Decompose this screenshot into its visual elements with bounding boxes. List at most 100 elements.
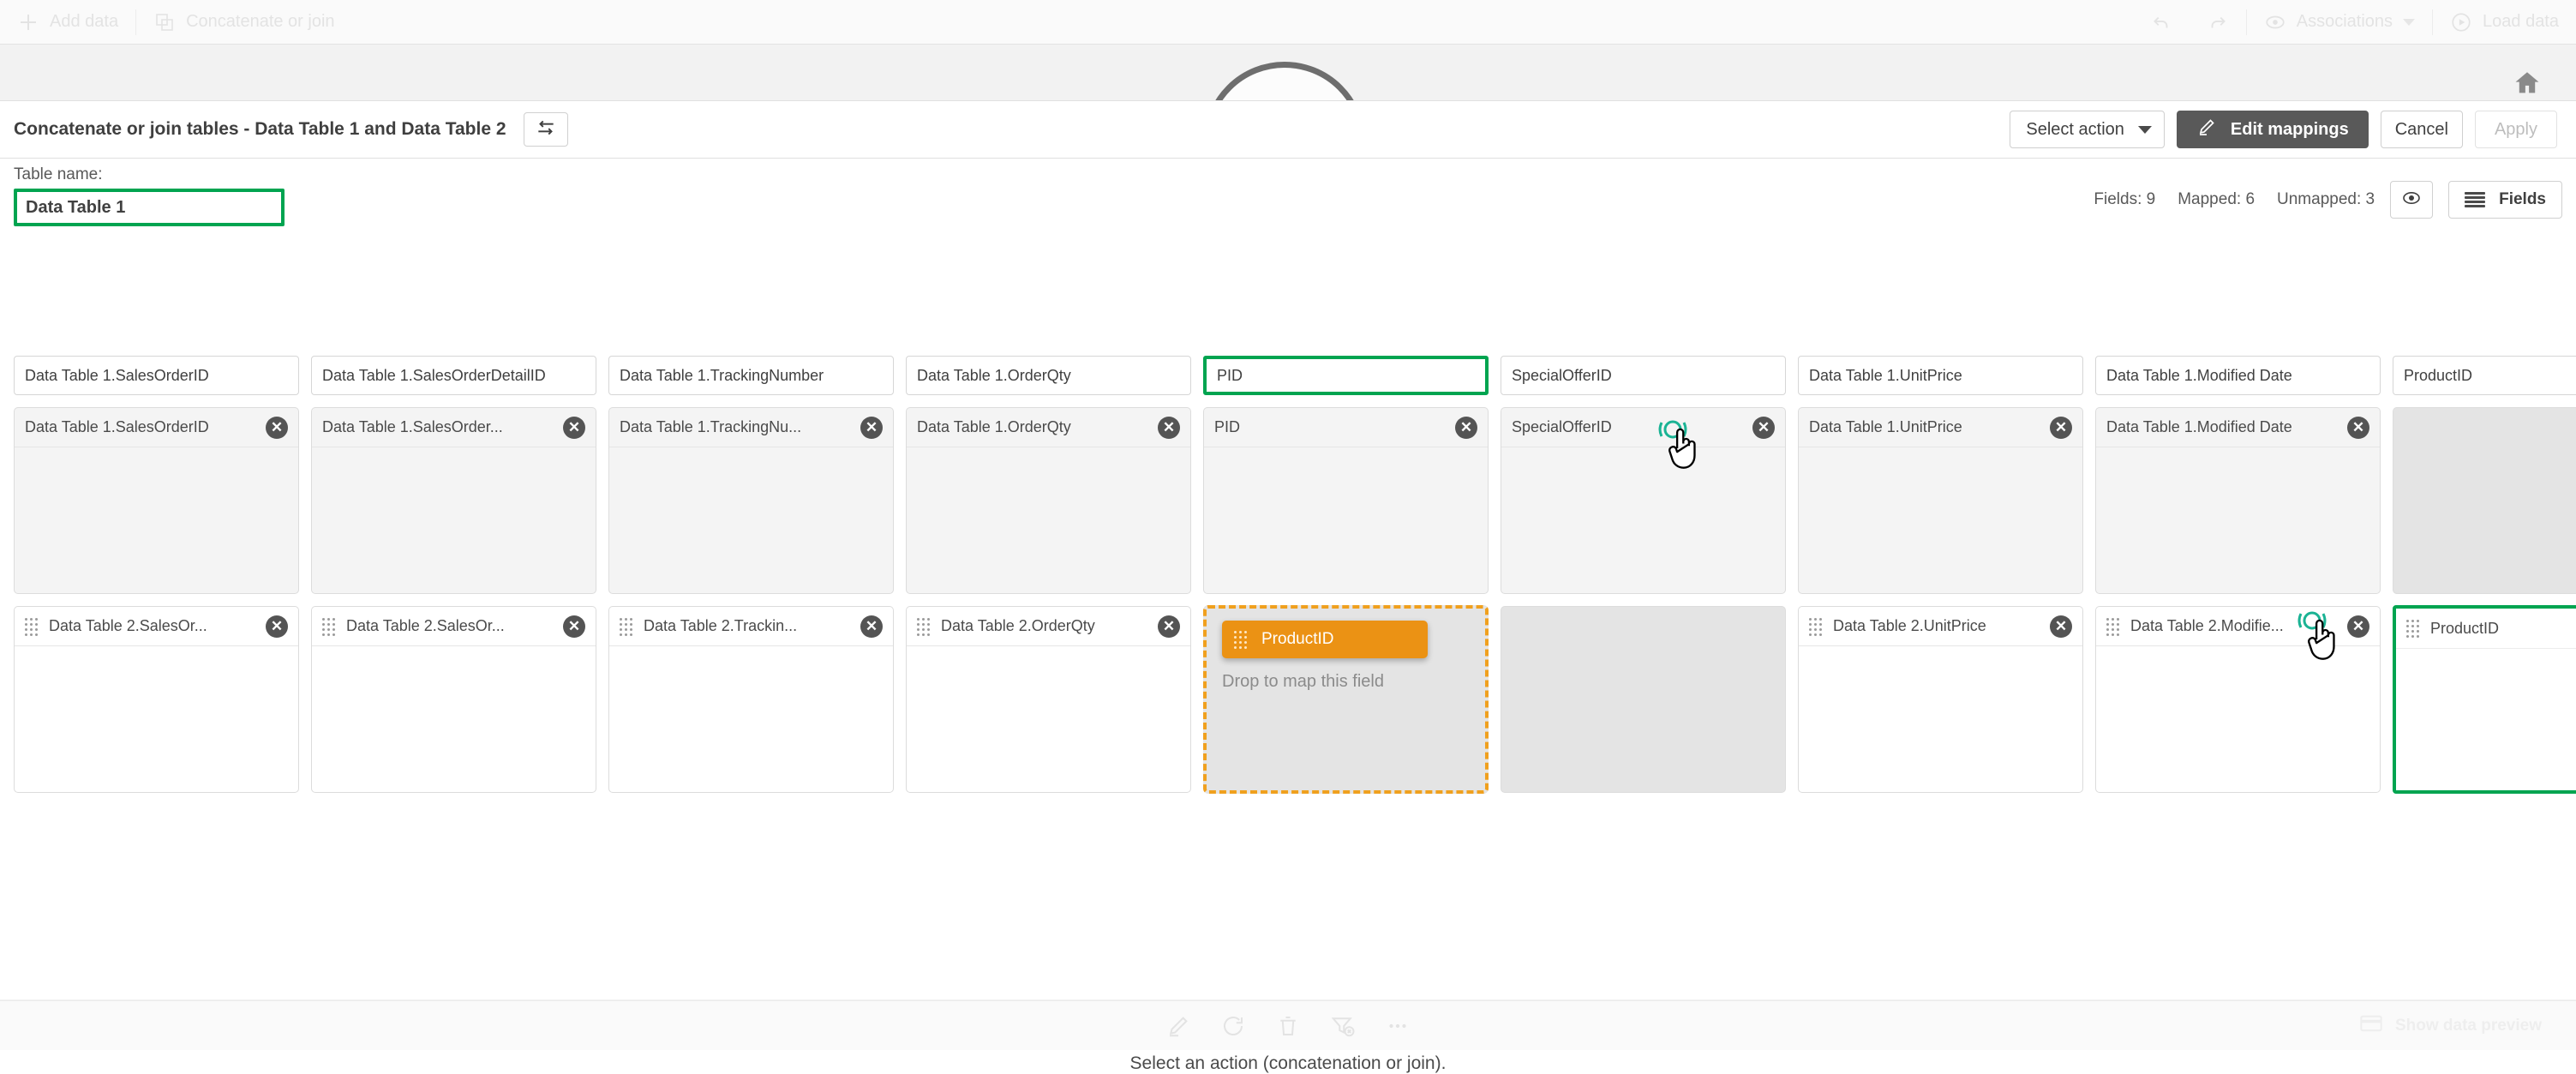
remove-field-button[interactable]: ✕ — [1752, 417, 1775, 439]
drag-grip-icon[interactable] — [620, 618, 633, 635]
column-name-input[interactable]: Data Table 1.Modified Date — [2095, 356, 2381, 395]
load-data-button[interactable]: Load data — [2433, 0, 2576, 44]
column-name-input[interactable]: Data Table 1.TrackingNumber — [608, 356, 894, 395]
field-card-label: Data Table 1.UnitPrice — [1809, 418, 2040, 436]
remove-field-button[interactable]: ✕ — [2347, 417, 2369, 439]
remove-field-button[interactable]: ✕ — [860, 417, 883, 439]
drag-grip-icon[interactable] — [1234, 631, 1248, 648]
remove-field-button[interactable]: ✕ — [860, 615, 883, 638]
mapped-count: Mapped: 6 — [2178, 190, 2255, 209]
remove-field-button[interactable]: ✕ — [2050, 615, 2072, 638]
more-ellipsis-icon[interactable] — [1383, 1011, 1412, 1041]
undo-button[interactable] — [2133, 0, 2190, 44]
column-name-text: SpecialOfferID — [1512, 367, 1612, 385]
concatenate-or-join-button[interactable]: Concatenate or join — [136, 0, 351, 44]
select-action-dropdown[interactable]: Select action — [2010, 111, 2165, 148]
fields-button[interactable]: Fields — [2448, 181, 2562, 219]
field-card-body — [15, 447, 298, 593]
remove-field-button[interactable]: ✕ — [266, 615, 288, 638]
source-table-2-field-card[interactable]: Data Table 2.UnitPrice✕ — [1798, 606, 2083, 793]
column-name-input[interactable]: Data Table 1.SalesOrderID — [14, 356, 299, 395]
eye-icon — [2401, 188, 2422, 213]
dragged-field-chip[interactable]: ProductID — [1222, 621, 1428, 658]
mapping-column-7: Data Table 1.Modified Date Data Table 1.M… — [2095, 356, 2381, 794]
mapping-column-4: PID PID✕ProductIDDrop to map this field — [1203, 356, 1489, 794]
remove-field-button[interactable]: ✕ — [563, 417, 585, 439]
source-table-2-field-card[interactable]: Data Table 2.SalesOr...✕ — [311, 606, 596, 793]
table-name-input-wrapper[interactable] — [14, 189, 285, 226]
source-table-1-field-card[interactable]: Data Table 1.OrderQty✕ — [906, 407, 1191, 594]
fields-status-bar: Fields: 9 Mapped: 6 Unmapped: 3 Fields — [2094, 181, 2562, 219]
source-table-2-field-card[interactable]: ProductID✕ — [2393, 605, 2576, 794]
refresh-icon[interactable] — [1219, 1011, 1248, 1041]
remove-field-button[interactable]: ✕ — [1158, 417, 1180, 439]
remove-field-button[interactable]: ✕ — [1158, 615, 1180, 638]
clear-filter-icon[interactable] — [1328, 1011, 1357, 1041]
source-table-2-field-card[interactable]: Data Table 2.Modifie...✕ — [2095, 606, 2381, 793]
column-name-text: ProductID — [2404, 367, 2472, 385]
remove-field-button[interactable]: ✕ — [266, 417, 288, 439]
source-table-1-field-card[interactable]: Data Table 1.UnitPrice ✕ — [1798, 407, 2083, 594]
edit-mappings-button[interactable]: Edit mappings — [2177, 111, 2369, 148]
redo-button[interactable] — [2190, 0, 2246, 44]
pencil-icon[interactable] — [1164, 1011, 1193, 1041]
field-card-header: Data Table 2.Modifie...✕ — [2096, 607, 2380, 646]
remove-field-button[interactable]: ✕ — [563, 615, 585, 638]
table-name-input[interactable] — [17, 192, 281, 223]
source-table-1-field-card[interactable]: Data Table 1.SalesOrder...✕ — [311, 407, 596, 594]
field-card-header: ProductID✕ — [2396, 609, 2576, 649]
drag-grip-icon[interactable] — [2406, 620, 2420, 637]
field-drop-target[interactable]: ProductIDDrop to map this field — [1203, 605, 1489, 794]
source-table-1-field-card[interactable]: Data Table 1.Modified Date✕ — [2095, 407, 2381, 594]
remove-field-button[interactable]: ✕ — [1455, 417, 1477, 439]
column-name-input[interactable]: Data Table 1.SalesOrderDetailID — [311, 356, 596, 395]
drag-grip-icon[interactable] — [917, 618, 931, 635]
dragged-field-label: ProductID — [1261, 630, 1333, 649]
add-data-button[interactable]: Add data — [0, 0, 135, 44]
source-table-2-field-card[interactable]: Data Table 2.SalesOr...✕ — [14, 606, 299, 793]
drag-grip-icon[interactable] — [25, 618, 39, 635]
field-card-body — [609, 646, 893, 792]
table-name-row: Table name: Fields: 9 Mapped: 6 Unmapped… — [0, 159, 2576, 224]
toggle-preview-eye-button[interactable] — [2390, 181, 2433, 219]
remove-field-button[interactable]: ✕ — [2347, 615, 2369, 638]
field-card-header: Data Table 2.Trackin...✕ — [609, 607, 893, 646]
cancel-button[interactable]: Cancel — [2381, 111, 2463, 148]
source-table-1-field-card[interactable]: SpecialOfferID✕ — [1501, 407, 1786, 594]
drag-grip-icon[interactable] — [2106, 618, 2120, 635]
show-data-preview-button[interactable]: Show data preview — [2359, 1013, 2542, 1039]
source-table-1-field-card[interactable]: Data Table 1.SalesOrderID✕ — [14, 407, 299, 594]
column-name-input[interactable]: Data Table 1.OrderQty — [906, 356, 1191, 395]
swap-tables-button[interactable] — [524, 112, 568, 147]
chevron-down-icon — [2138, 126, 2152, 134]
field-card-header: Data Table 2.SalesOr...✕ — [312, 607, 596, 646]
column-name-text: PID — [1217, 367, 1243, 385]
column-name-input[interactable]: ProductID — [2393, 356, 2576, 395]
column-name-text: Data Table 1.SalesOrderID — [25, 367, 209, 385]
source-table-2-empty-slot[interactable] — [1501, 606, 1786, 793]
remove-field-button[interactable]: ✕ — [2050, 417, 2072, 439]
fields-button-label: Fields — [2499, 190, 2546, 209]
column-name-input[interactable]: PID — [1203, 356, 1489, 395]
source-table-2-field-card[interactable]: Data Table 2.Trackin...✕ — [608, 606, 894, 793]
trash-icon[interactable] — [1273, 1011, 1303, 1041]
field-card-body — [907, 447, 1190, 593]
drag-grip-icon[interactable] — [322, 618, 336, 635]
field-card-header: Data Table 1.TrackingNu...✕ — [609, 408, 893, 447]
mapping-column-1: Data Table 1.SalesOrderDetailID Data Tabl… — [311, 356, 596, 794]
source-table-2-field-card[interactable]: Data Table 2.OrderQty✕ — [906, 606, 1191, 793]
associations-button[interactable]: Associations — [2247, 0, 2432, 44]
source-table-1-field-card[interactable]: PID✕ — [1203, 407, 1489, 594]
source-table-1-empty-slot[interactable] — [2393, 407, 2576, 594]
field-card-body — [15, 646, 298, 792]
column-name-input[interactable]: Data Table 1.UnitPrice — [1798, 356, 2083, 395]
drag-grip-icon[interactable] — [1809, 618, 1823, 635]
field-card-body — [907, 646, 1190, 792]
source-table-1-field-card[interactable]: Data Table 1.TrackingNu...✕ — [608, 407, 894, 594]
field-card-body — [312, 646, 596, 792]
column-name-input[interactable]: SpecialOfferID — [1501, 356, 1786, 395]
home-icon[interactable] — [2513, 69, 2542, 98]
field-card-header: Data Table 1.UnitPrice ✕ — [1799, 408, 2082, 447]
app-toolbar: Add data Concatenate or join — [0, 0, 2576, 45]
column-name-text: Data Table 1.OrderQty — [917, 367, 1071, 385]
